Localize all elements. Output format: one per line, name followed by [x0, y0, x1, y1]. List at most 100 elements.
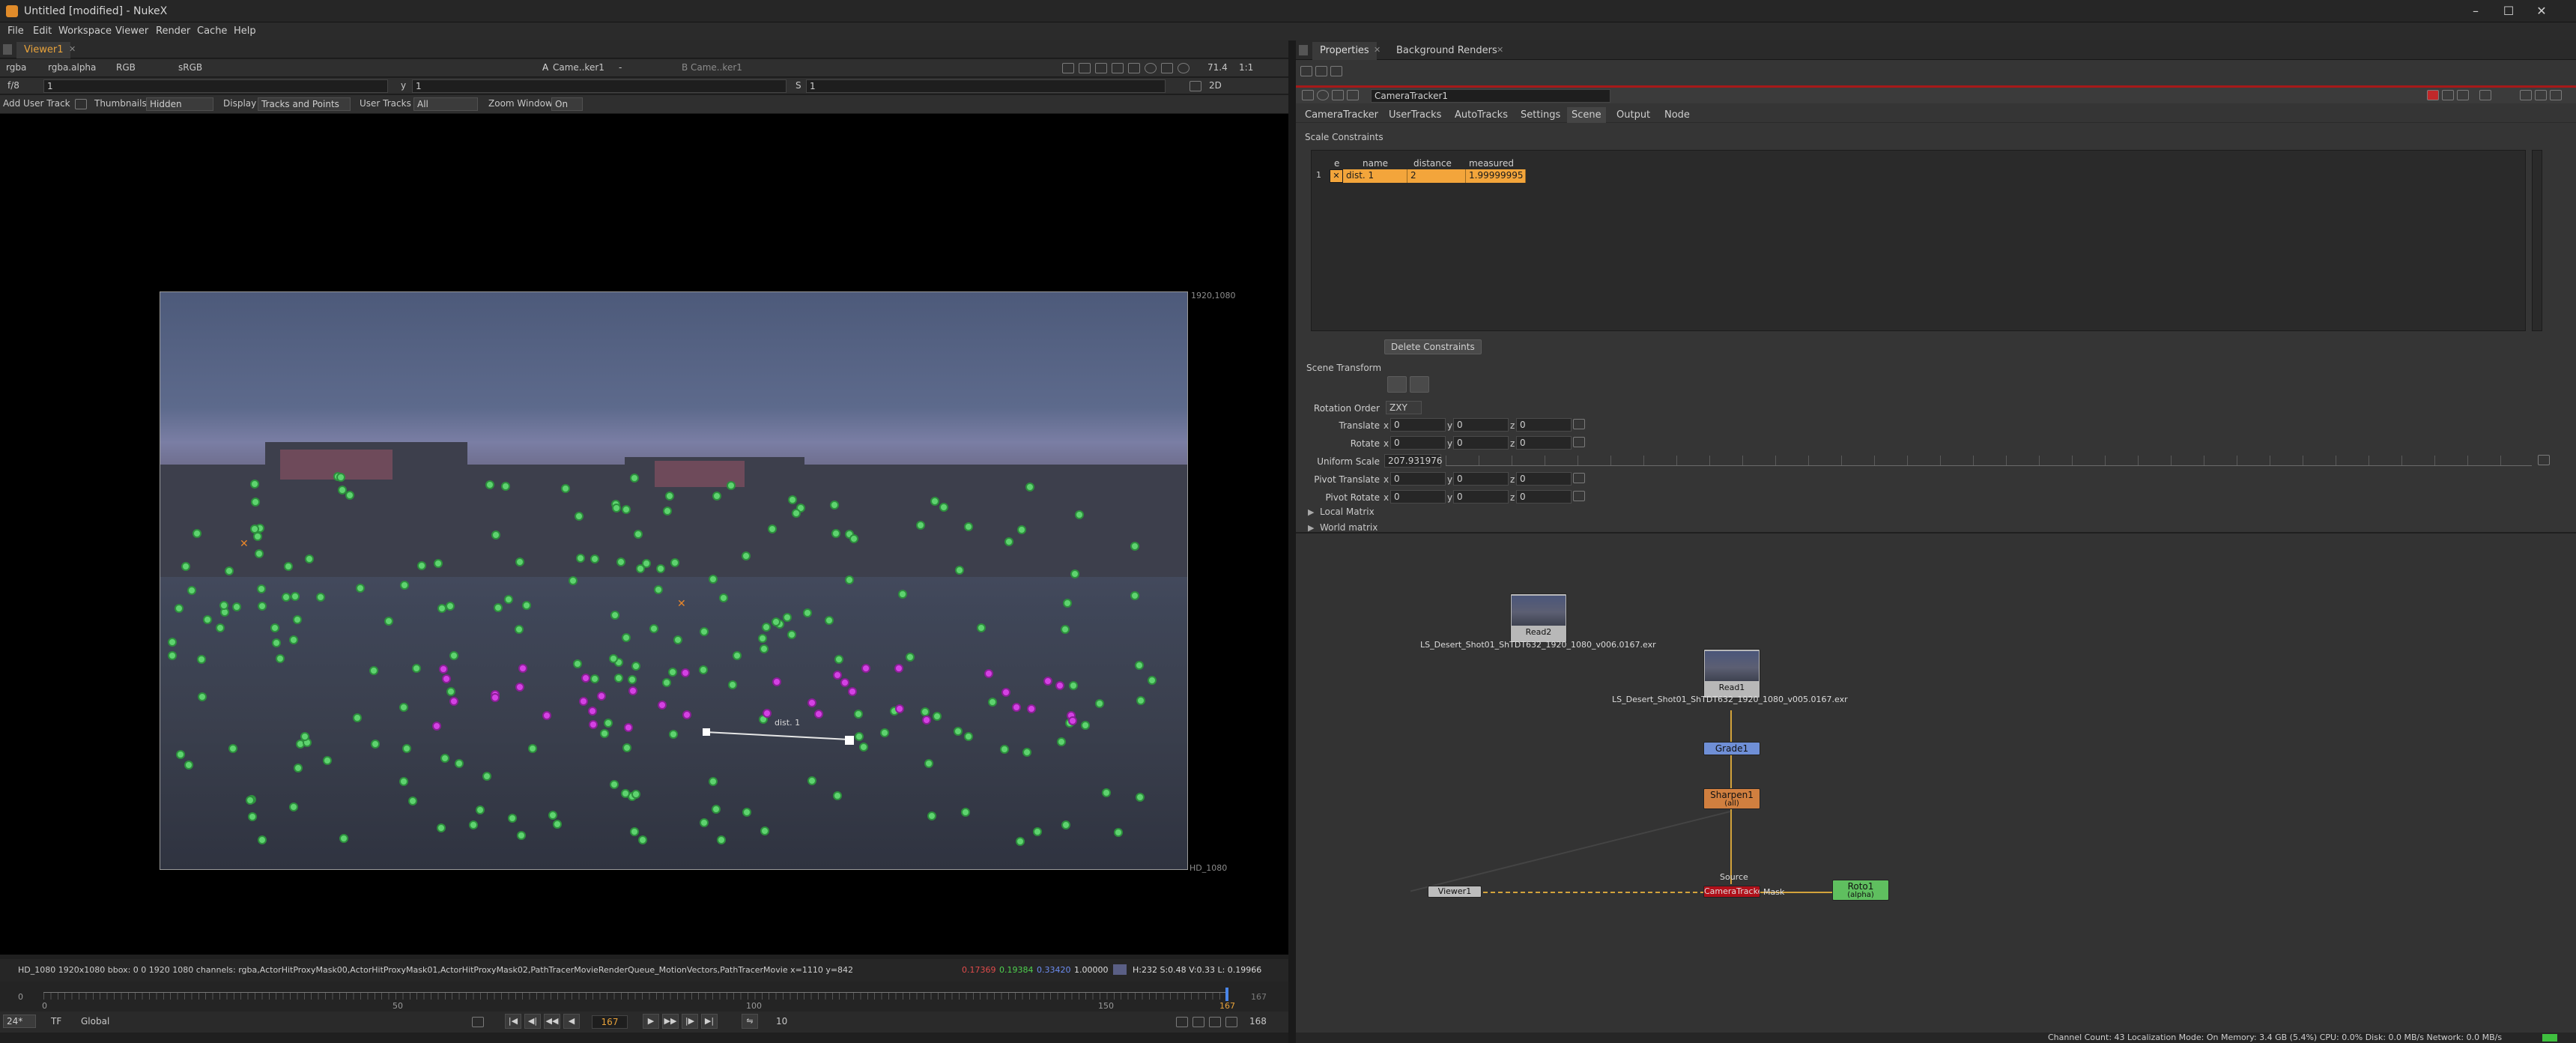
help-icon[interactable] [2520, 90, 2532, 100]
track-point[interactable] [654, 585, 663, 594]
col-distance[interactable]: distance [1413, 158, 1452, 169]
solved-track-point[interactable] [542, 711, 551, 720]
uniform-scale-slider[interactable] [1446, 456, 2532, 466]
track-point[interactable] [248, 812, 257, 821]
track-point[interactable] [762, 623, 771, 632]
track-point[interactable] [175, 604, 184, 613]
solved-track-point[interactable] [682, 710, 691, 719]
animation-menu-icon[interactable] [1573, 491, 1585, 501]
node-graph[interactable]: Read2 LS_Desert_Shot01_ShTDT632_1920_108… [1296, 533, 2576, 1033]
close-tab-icon[interactable]: ✕ [69, 44, 76, 54]
track-point[interactable] [216, 623, 225, 632]
track-point[interactable] [621, 789, 630, 798]
track-point[interactable] [168, 651, 177, 660]
track-point[interactable] [772, 617, 781, 626]
track-point[interactable] [612, 504, 621, 513]
track-point[interactable] [402, 744, 411, 753]
tab-usertracks[interactable]: UserTracks [1389, 109, 1441, 121]
solved-track-point[interactable] [624, 723, 633, 732]
track-point[interactable] [569, 576, 578, 585]
track-point[interactable] [727, 481, 736, 490]
viewer-canvas[interactable]: ✕ ✕ dist. 1 1920,1080 HD_1080 [0, 114, 1288, 955]
track-point[interactable] [906, 653, 915, 662]
scale-constraints-table[interactable]: e name distance measured 1 ✕ dist. 1 2 1… [1311, 150, 2526, 331]
node-viewer1[interactable]: Viewer1 [1428, 886, 1482, 898]
track-point[interactable] [338, 486, 347, 495]
menu-help[interactable]: Help [234, 25, 256, 37]
track-point[interactable] [485, 480, 494, 489]
track-point[interactable] [760, 644, 769, 653]
add-user-track-button[interactable]: Add User Track [3, 98, 70, 109]
solved-track-point[interactable] [1012, 703, 1021, 712]
track-point[interactable] [898, 590, 907, 599]
track-point[interactable] [371, 740, 380, 749]
frame-increment-button[interactable]: ⇋ [742, 1014, 758, 1029]
track-point[interactable] [353, 713, 362, 722]
display-style-dropdown[interactable]: RGB [116, 62, 136, 73]
track-point[interactable] [515, 557, 524, 566]
track-point[interactable] [728, 680, 737, 689]
track-point[interactable] [203, 615, 212, 624]
gamma-slider[interactable]: 1 [412, 79, 787, 93]
track-point[interactable] [1148, 676, 1157, 685]
track-point[interactable] [251, 498, 260, 507]
track-point[interactable] [434, 559, 443, 568]
track-point[interactable] [830, 501, 839, 510]
translate-x-field[interactable]: 0 [1390, 418, 1446, 432]
track-point[interactable] [258, 602, 267, 611]
track-point[interactable] [455, 759, 464, 768]
track-point[interactable] [712, 492, 721, 501]
track-point[interactable] [916, 521, 925, 530]
col-name[interactable]: name [1363, 158, 1388, 169]
panel-menu-icon[interactable] [1299, 45, 1308, 55]
view-mode-dropdown[interactable]: 2D [1209, 80, 1222, 91]
track-point[interactable] [783, 613, 792, 622]
track-point[interactable] [198, 692, 207, 701]
track-point[interactable] [412, 664, 421, 673]
track-point[interactable] [924, 759, 933, 768]
solved-track-point[interactable] [922, 716, 931, 725]
pause-icon[interactable] [1161, 63, 1173, 73]
playback-mode-icon[interactable] [1176, 1017, 1188, 1027]
track-point[interactable] [833, 791, 842, 800]
last-frame-button[interactable]: ▶| [701, 1014, 718, 1029]
plate-image[interactable]: ✕ ✕ dist. 1 [160, 291, 1188, 870]
track-point[interactable] [369, 666, 378, 675]
track-point[interactable] [768, 524, 777, 533]
track-point[interactable] [1000, 745, 1009, 754]
refresh-icon[interactable] [1145, 63, 1157, 73]
solved-track-point[interactable] [1027, 704, 1036, 713]
track-point[interactable] [600, 729, 609, 738]
track-point[interactable] [634, 530, 643, 539]
track-point[interactable] [1004, 537, 1013, 546]
track-point[interactable] [522, 601, 531, 610]
track-point[interactable] [504, 595, 513, 604]
update-icon[interactable] [1178, 63, 1189, 73]
solved-track-point[interactable] [814, 710, 823, 719]
track-point[interactable] [656, 564, 665, 573]
menu-cache[interactable]: Cache [197, 25, 227, 37]
track-point[interactable] [609, 654, 618, 663]
downscale-icon[interactable] [1128, 63, 1140, 73]
track-point[interactable] [228, 744, 237, 753]
track-point[interactable] [939, 503, 948, 512]
track-point[interactable] [673, 635, 682, 644]
track-point[interactable] [1135, 661, 1144, 670]
track-point[interactable] [356, 584, 365, 593]
undo-icon[interactable] [2442, 90, 2454, 100]
track-point[interactable] [573, 659, 582, 668]
col-measured[interactable]: measured [1469, 158, 1514, 169]
track-settings-icon[interactable] [75, 99, 87, 109]
row-enabled-checkbox[interactable]: ✕ [1330, 169, 1343, 183]
solved-track-point[interactable] [518, 664, 527, 673]
track-point[interactable] [758, 634, 767, 643]
solved-track-point[interactable] [658, 701, 667, 710]
zoom-level[interactable]: 71.4 [1207, 62, 1228, 73]
track-point[interactable] [1017, 525, 1026, 534]
solved-track-point[interactable] [1055, 681, 1064, 690]
animation-menu-icon[interactable] [1573, 437, 1585, 447]
track-point[interactable] [476, 805, 485, 814]
track-point[interactable] [630, 827, 639, 836]
track-point[interactable] [668, 668, 677, 677]
clipping-warning-icon[interactable] [1095, 63, 1107, 73]
